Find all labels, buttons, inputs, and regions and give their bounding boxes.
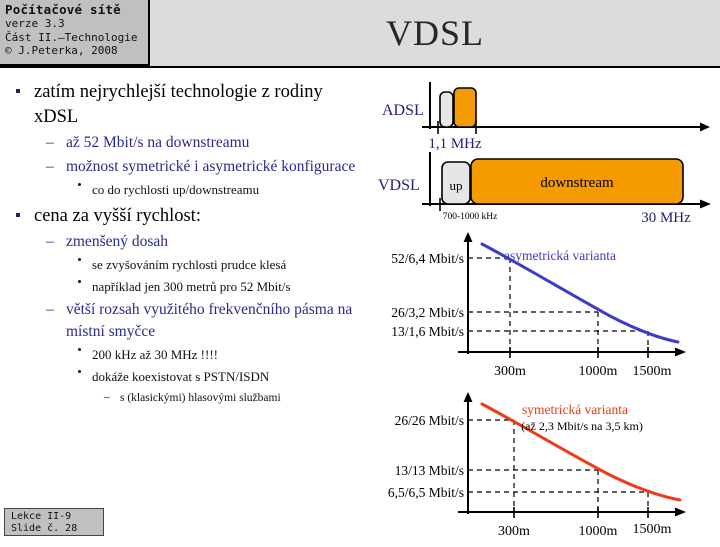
adsl-row-label: ADSL — [382, 102, 424, 119]
list-item-label: s (klasickými) hlasovými službami — [120, 392, 281, 404]
chart-symmetric: 26/26 Mbit/s 13/13 Mbit/s 6,5/6,5 Mbit/s… — [388, 392, 686, 539]
diagrams-area: ADSL 1,1 MHz VDSL up downstream 700-1000… — [370, 80, 720, 540]
list-item-label: cena za vyšší rychlost: — [34, 206, 201, 226]
bullet-marker-icon — [78, 258, 81, 261]
dash-marker-icon: – — [46, 134, 54, 151]
chart-annotation-title: asymetrická varianta — [504, 248, 616, 263]
spectrum-diagram: ADSL 1,1 MHz VDSL up downstream 700-1000… — [378, 82, 711, 225]
list-item-label: například jen 300 metrů pro 52 Mbit/s — [92, 279, 291, 294]
chart-annotation-subtitle: (až 2,3 Mbit/s na 3,5 km) — [521, 419, 643, 433]
bullet-marker-icon — [78, 183, 81, 186]
course-version: verze 3.3 — [5, 17, 65, 30]
course-copyright: © J.Peterka, 2008 — [5, 44, 118, 57]
adsl-downstream-block — [453, 87, 477, 128]
course-title: Počítačové sítě — [5, 2, 121, 17]
list-item-label: zatím nejrychlejší technologie z rodiny … — [34, 82, 323, 127]
y-tick-label: 6,5/6,5 Mbit/s — [388, 485, 464, 500]
y-tick-label: 13/1,6 Mbit/s — [391, 324, 464, 339]
dash-marker-icon: – — [104, 391, 110, 403]
adsl-upstream-block — [439, 91, 454, 128]
vdsl-upstream-label: up — [450, 178, 463, 193]
y-tick-label: 26/3,2 Mbit/s — [391, 305, 464, 320]
list-item-label: dokáže koexistovat s PSTN/ISDN — [92, 369, 270, 384]
x-tick-label: 300m — [498, 524, 530, 539]
list-item: dokáže koexistovat s PSTN/ISDN — [8, 367, 368, 387]
page-title: VDSL — [385, 13, 484, 53]
list-item-label: větší rozsah využitého frekvenčního pásm… — [66, 301, 353, 340]
list-item-label: 200 kHz až 30 MHz !!!! — [92, 347, 218, 362]
list-item: se zvyšováním rychlosti prudce klesá — [8, 255, 368, 275]
dash-marker-icon: – — [46, 301, 54, 318]
list-item-label: se zvyšováním rychlosti prudce klesá — [92, 257, 287, 272]
dash-marker-icon: – — [46, 158, 54, 175]
footer-slide-info: Lekce II-9 Slide č. 28 — [4, 508, 104, 536]
list-item: zatím nejrychlejší technologie z rodiny … — [8, 80, 368, 130]
bullet-marker-icon — [78, 280, 81, 283]
x-tick-label: 1000m — [579, 524, 618, 539]
x-tick-label: 1500m — [633, 364, 672, 379]
course-part: Část II.–Technologie — [5, 30, 138, 44]
vdsl-row-label: VDSL — [378, 177, 420, 194]
list-item-label: zmenšený dosah — [66, 233, 169, 250]
list-item-label: až 52 Mbit/s na downstreamu — [66, 134, 250, 151]
list-item: například jen 300 metrů pro 52 Mbit/s — [8, 277, 368, 297]
list-item: – s (klasickými) hlasovými službami — [8, 389, 368, 407]
list-item: 200 kHz až 30 MHz !!!! — [8, 345, 368, 365]
adsl-end-frequency-label: 1,1 MHz — [428, 136, 482, 152]
bullet-marker-icon — [16, 89, 20, 93]
bullet-marker-icon — [16, 213, 20, 217]
footer-lecture: Lekce II-9 — [11, 511, 72, 522]
course-info-box: Počítačové sítě verze 3.3 Část II.–Techn… — [0, 0, 150, 66]
dash-marker-icon: – — [46, 233, 54, 250]
vdsl-end-frequency-label: 30 MHz — [641, 210, 691, 225]
x-tick-label: 1500m — [633, 522, 672, 537]
list-item: co do rychlosti up/downstreamu — [8, 180, 368, 200]
list-item: – možnost symetrické i asymetrické konfi… — [8, 156, 368, 178]
list-item: – větší rozsah využitého frekvenčního pá… — [8, 299, 368, 343]
list-item: – zmenšený dosah — [8, 231, 368, 253]
bullet-marker-icon — [78, 348, 81, 351]
list-item-label: co do rychlosti up/downstreamu — [92, 182, 260, 197]
vdsl-downstream-label: downstream — [540, 175, 614, 191]
vdsl-start-frequency-label: 700-1000 kHz — [443, 212, 498, 222]
y-tick-label: 13/13 Mbit/s — [395, 463, 464, 478]
x-tick-label: 1000m — [579, 364, 618, 379]
bullet-list: zatím nejrychlejší technologie z rodiny … — [8, 80, 368, 500]
x-tick-label: 300m — [494, 364, 526, 379]
y-tick-label: 26/26 Mbit/s — [395, 413, 464, 428]
list-item: – až 52 Mbit/s na downstreamu — [8, 132, 368, 154]
bullet-marker-icon — [78, 370, 81, 373]
chart-asymmetric: 52/6,4 Mbit/s 26/3,2 Mbit/s 13/1,6 Mbit/… — [391, 232, 686, 379]
chart-annotation-title: symetrická varianta — [522, 402, 628, 417]
list-item-label: možnost symetrické i asymetrické konfigu… — [66, 158, 356, 175]
y-tick-label: 52/6,4 Mbit/s — [391, 251, 464, 266]
list-item: cena za vyšší rychlost: — [8, 204, 368, 229]
footer-slide-number: Slide č. 28 — [11, 523, 78, 534]
